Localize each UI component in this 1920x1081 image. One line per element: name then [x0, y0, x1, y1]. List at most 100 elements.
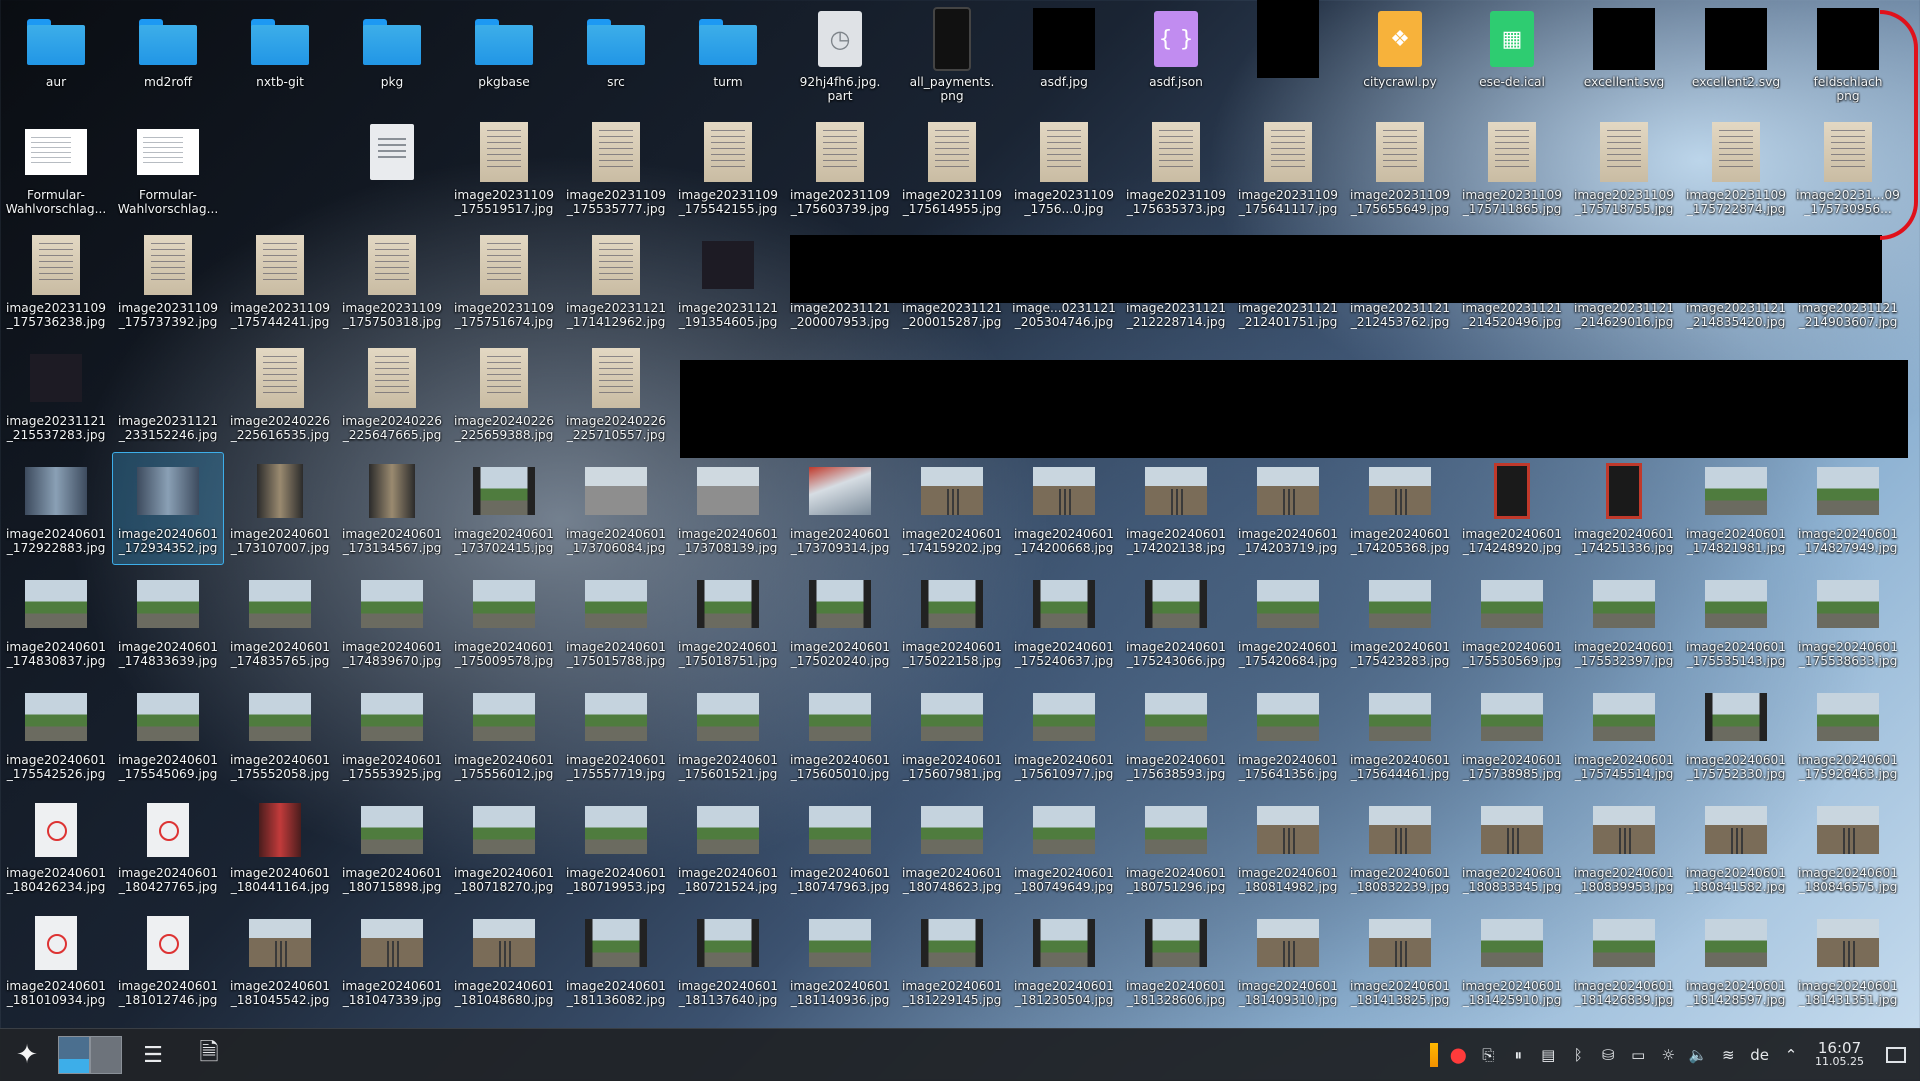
- pager-desktop-2[interactable]: [90, 1036, 122, 1074]
- desktop-file[interactable]: image20240601 _173708139.jpg: [672, 452, 784, 565]
- desktop-file[interactable]: image20240601 _174203719.jpg: [1232, 452, 1344, 565]
- desktop-file[interactable]: image20240601 _175601521.jpg: [672, 678, 784, 791]
- desktop-file[interactable]: image20240601 _180846575.jpg: [1792, 791, 1904, 904]
- desktop-file[interactable]: image20240226 _225616535.jpg: [224, 339, 336, 452]
- desktop-file[interactable]: image20240601 _180749649.jpg: [1008, 791, 1120, 904]
- desktop-file[interactable]: image20240601 _180833345.jpg: [1456, 791, 1568, 904]
- media-pause-icon[interactable]: ⏸: [1508, 1044, 1528, 1066]
- bluetooth-icon[interactable]: ᛒ: [1568, 1044, 1588, 1066]
- desktop-file[interactable]: image20240601 _181048680.jpg: [448, 904, 560, 1017]
- desktop-file[interactable]: image20240601 _175553925.jpg: [336, 678, 448, 791]
- desktop-file[interactable]: image20240226 _225659388.jpg: [448, 339, 560, 452]
- desktop-file[interactable]: image20240601 _174821981.jpg: [1680, 452, 1792, 565]
- desktop-file[interactable]: excellent.svg: [1568, 0, 1680, 113]
- desktop-file[interactable]: image20231109 _175635373.jpg: [1120, 113, 1232, 226]
- desktop-file[interactable]: image20231121 _191354605.jpg: [672, 226, 784, 339]
- desktop-file[interactable]: image20240601 _180747963.jpg: [784, 791, 896, 904]
- desktop-file[interactable]: image20240601 _175015788.jpg: [560, 565, 672, 678]
- desktop-file[interactable]: image20240601 _181230504.jpg: [1008, 904, 1120, 1017]
- desktop-file[interactable]: image20240601 _180832239.jpg: [1344, 791, 1456, 904]
- desktop-file[interactable]: image20240601 _181425910.jpg: [1456, 904, 1568, 1017]
- desktop-file[interactable]: image20240601 _180839953.jpg: [1568, 791, 1680, 904]
- application-launcher-icon[interactable]: ✦: [0, 1031, 54, 1079]
- desktop-file[interactable]: image20240226 _225647665.jpg: [336, 339, 448, 452]
- desktop-file[interactable]: image20240601 _175738985.jpg: [1456, 678, 1568, 791]
- desktop-file[interactable]: image20240601 _180751296.jpg: [1120, 791, 1232, 904]
- desktop-file[interactable]: image20231121 _215537283.jpg: [0, 339, 112, 452]
- desktop-file[interactable]: image20231121 _171412962.jpg: [560, 226, 672, 339]
- desktop-file[interactable]: image20240601 _175022158.jpg: [896, 565, 1008, 678]
- desktop-file[interactable]: image20240601 _180841582.jpg: [1680, 791, 1792, 904]
- system-settings-icon[interactable]: ☰: [128, 1031, 178, 1079]
- desktop-folder[interactable]: md2roff: [112, 0, 224, 113]
- desktop-folder[interactable]: turm: [672, 0, 784, 113]
- desktop-file[interactable]: image20231109 _175614955.jpg: [896, 113, 1008, 226]
- desktop-file[interactable]: image20240601 _175535143.jpg: [1680, 565, 1792, 678]
- desktop-file[interactable]: image20240601 _180814982.jpg: [1232, 791, 1344, 904]
- desktop-file[interactable]: image20240601 _180441164.jpg: [224, 791, 336, 904]
- desktop-file[interactable]: image20240601 _173134567.jpg: [336, 452, 448, 565]
- desktop-file[interactable]: all_payments. png: [896, 0, 1008, 113]
- desktop-file[interactable]: asdf.jpg: [1008, 0, 1120, 113]
- desktop-file[interactable]: [336, 113, 448, 226]
- desktop-file[interactable]: image20231109 _175751674.jpg: [448, 226, 560, 339]
- show-desktop-icon[interactable]: [1886, 1047, 1906, 1063]
- desktop-file[interactable]: image20240601 _175243066.jpg: [1120, 565, 1232, 678]
- tray-indicator-icon[interactable]: [1430, 1043, 1439, 1067]
- desktop-file[interactable]: image20240601 _174833639.jpg: [112, 565, 224, 678]
- desktop-file[interactable]: image20240601 _175644461.jpg: [1344, 678, 1456, 791]
- desktop-file[interactable]: image20231109 _175519517.jpg: [448, 113, 560, 226]
- desktop-folder[interactable]: src: [560, 0, 672, 113]
- desktop-file[interactable]: image20240601 _175556012.jpg: [448, 678, 560, 791]
- desktop-file[interactable]: image20240601 _181012746.jpg: [112, 904, 224, 1017]
- desktop-file[interactable]: image20240601 _181010934.jpg: [0, 904, 112, 1017]
- desktop-file[interactable]: image20240601 _175641356.jpg: [1232, 678, 1344, 791]
- desktop-file[interactable]: image20240601 _175420684.jpg: [1232, 565, 1344, 678]
- desktop-file[interactable]: image20240601 _175423283.jpg: [1344, 565, 1456, 678]
- desktop-file[interactable]: image20240601 _175240637.jpg: [1008, 565, 1120, 678]
- notification-icon[interactable]: ⬤: [1448, 1044, 1468, 1066]
- desktop-file[interactable]: image20240601 _180426234.jpg: [0, 791, 112, 904]
- desktop-file[interactable]: ▦ ese-de.ical: [1456, 0, 1568, 113]
- desktop-file[interactable]: Formular- Wahlvorschlag...: [0, 113, 112, 226]
- desktop-file[interactable]: image20240601 _181047339.jpg: [336, 904, 448, 1017]
- battery-icon[interactable]: ▭: [1628, 1044, 1648, 1066]
- desktop-file[interactable]: image20231109 _175603739.jpg: [784, 113, 896, 226]
- desktop-file[interactable]: image20240601 _180721524.jpg: [672, 791, 784, 904]
- usb-device-icon[interactable]: ⛁: [1598, 1044, 1618, 1066]
- desktop-file[interactable]: image20240226 _225710557.jpg: [560, 339, 672, 452]
- desktop-file[interactable]: image20231109 _175736238.jpg: [0, 226, 112, 339]
- desktop-file[interactable]: image20231109 _175535777.jpg: [560, 113, 672, 226]
- desktop-file[interactable]: image20240601 _174202138.jpg: [1120, 452, 1232, 565]
- desktop-file[interactable]: image20240601 _180719953.jpg: [560, 791, 672, 904]
- desktop-file[interactable]: image20240601 _175542526.jpg: [0, 678, 112, 791]
- desktop-file[interactable]: image20240601 _175638593.jpg: [1120, 678, 1232, 791]
- desktop-file[interactable]: image20231109 _175744241.jpg: [224, 226, 336, 339]
- desktop-file[interactable]: excellent2.svg: [1680, 0, 1792, 113]
- desktop-file[interactable]: image20240601 _175530569.jpg: [1456, 565, 1568, 678]
- desktop-file[interactable]: image20240601 _174205368.jpg: [1344, 452, 1456, 565]
- desktop-file[interactable]: image20240601 _175020240.jpg: [784, 565, 896, 678]
- desktop-file[interactable]: image20240601 _175545069.jpg: [112, 678, 224, 791]
- desktop-file[interactable]: image20240601 _181137640.jpg: [672, 904, 784, 1017]
- chevron-up-icon[interactable]: ⌃: [1781, 1044, 1801, 1066]
- desktop-file[interactable]: image20240601 _181136082.jpg: [560, 904, 672, 1017]
- desktop-file[interactable]: image20240601 _181229145.jpg: [896, 904, 1008, 1017]
- desktop-file[interactable]: image20240601 _175926463.jpg: [1792, 678, 1904, 791]
- desktop-file[interactable]: image20240601 _181428597.jpg: [1680, 904, 1792, 1017]
- desktop-folder[interactable]: nxtb-git: [224, 0, 336, 113]
- desktop-file[interactable]: image20231109 _175711865.jpg: [1456, 113, 1568, 226]
- desktop-file[interactable]: ◷ 92hj4fh6.jpg. part: [784, 0, 896, 113]
- desktop-file[interactable]: image20240601 _173709314.jpg: [784, 452, 896, 565]
- desktop-file[interactable]: image20231109 _175542155.jpg: [672, 113, 784, 226]
- desktop-file[interactable]: image20231109 _175641117.jpg: [1232, 113, 1344, 226]
- desktop-file[interactable]: image20240601 _174839670.jpg: [336, 565, 448, 678]
- desktop-file[interactable]: Formular- Wahlvorschlag...: [112, 113, 224, 226]
- desktop-file[interactable]: image20240601 _180718270.jpg: [448, 791, 560, 904]
- wifi-icon[interactable]: ≋: [1718, 1044, 1738, 1066]
- desktop-file[interactable]: image20231109 _175655649.jpg: [1344, 113, 1456, 226]
- desktop-file[interactable]: ❖ citycrawl.py: [1344, 0, 1456, 113]
- desktop-file[interactable]: image20240601 _181426839.jpg: [1568, 904, 1680, 1017]
- desktop-file[interactable]: image20240601 _181409310.jpg: [1232, 904, 1344, 1017]
- desktop-file[interactable]: image20240601 _175009578.jpg: [448, 565, 560, 678]
